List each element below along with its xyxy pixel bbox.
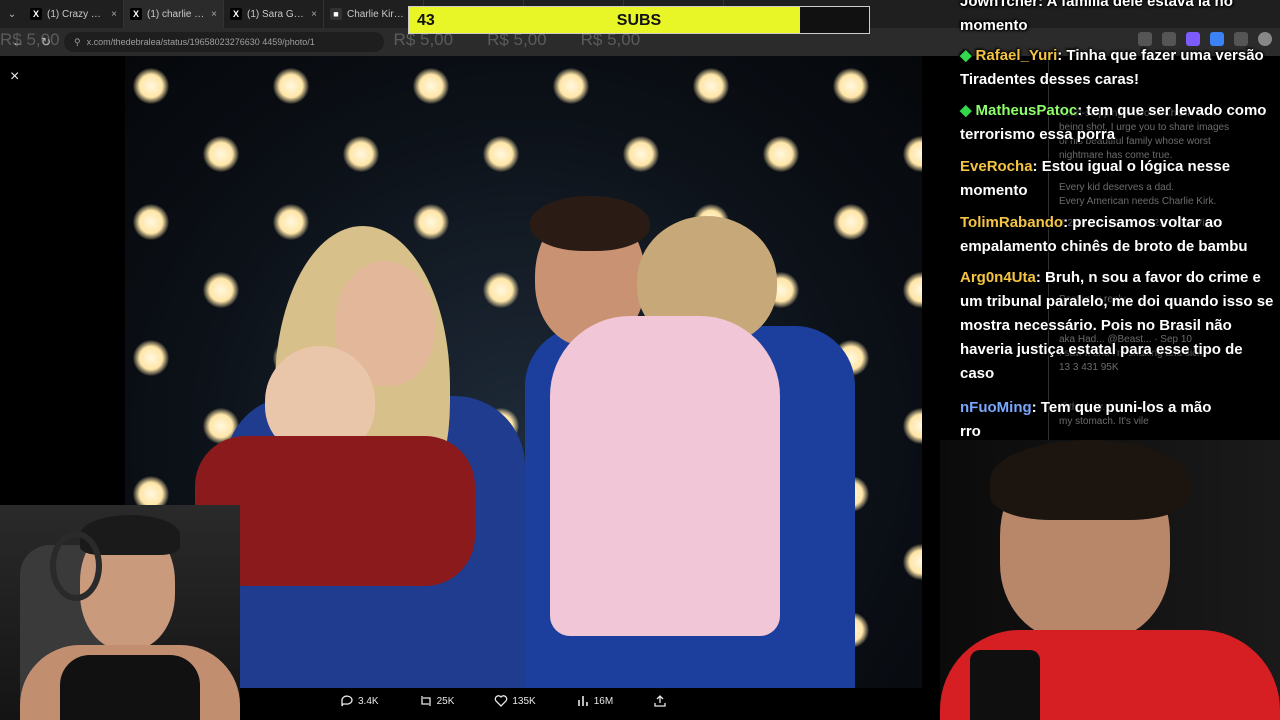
repost-icon	[420, 696, 431, 706]
stage-light	[133, 68, 169, 104]
tab-favicon-icon: X	[30, 8, 42, 20]
stage-light	[413, 68, 449, 104]
headphones-icon	[50, 531, 102, 601]
sub-badge-icon: ◆	[960, 47, 972, 64]
stage-light	[133, 340, 169, 376]
stage-light	[483, 272, 519, 308]
like-count: 135K	[512, 695, 536, 707]
sub-goal-bar: 43 SUBS	[408, 6, 870, 34]
microphone-shape	[970, 650, 1040, 720]
stage-light	[903, 544, 922, 580]
chat-message: EveRocha: Estou igual o lógica nesse mom…	[960, 155, 1280, 203]
chat-message: Arg0n4Uta: Bruh, n sou a favor do crime …	[960, 266, 1280, 386]
post-action-bar: 3.4K 25K 135K 16M	[340, 694, 667, 708]
stage-light	[203, 136, 239, 172]
chat-message: ◆ MatheusPatoc: tem que ser levado como t…	[960, 99, 1280, 147]
stage-light	[273, 68, 309, 104]
right-webcam	[940, 440, 1280, 720]
views-button[interactable]: 16M	[576, 694, 613, 708]
tab-close-icon[interactable]: ×	[311, 9, 317, 20]
left-webcam	[0, 505, 240, 720]
tab-favicon-icon: X	[130, 8, 142, 20]
chat-message: JownTcher: A família dele estava lá no m…	[960, 0, 1280, 38]
reply-button[interactable]: 3.4K	[340, 694, 379, 708]
tab-title: (1) charlie kirk	[147, 8, 207, 20]
stage-light	[763, 136, 799, 172]
chat-username[interactable]: JownTcher	[960, 0, 1038, 10]
like-icon	[495, 695, 508, 707]
chat-username[interactable]: Arg0n4Uta	[960, 269, 1036, 286]
tab-title: (1) Crazy Vibe	[47, 8, 107, 20]
tab-close-icon[interactable]: ×	[211, 9, 217, 20]
stage-light	[693, 68, 729, 104]
chat-username[interactable]: TolimRabando	[960, 214, 1063, 231]
chat-message: ◆ Rafael_Yuri: Tinha que fazer uma versão…	[960, 44, 1280, 92]
girl-dress-shape	[550, 316, 780, 636]
close-icon[interactable]: ×	[10, 68, 19, 86]
browser-tab[interactable]: X (1) charlie kirk ×	[124, 0, 224, 28]
browser-tab[interactable]: X (1) Sara Gzaqa ×	[224, 0, 324, 28]
repost-count: 25K	[436, 695, 455, 707]
stage-light	[833, 68, 869, 104]
stage-light	[903, 136, 922, 172]
stage-light	[413, 204, 449, 240]
sub-goal-label: SUBS	[616, 12, 662, 29]
like-button[interactable]: 135K	[494, 694, 536, 708]
browser-tab[interactable]: X (1) Crazy Vibe ×	[24, 0, 124, 28]
share-icon	[654, 695, 666, 707]
chat-username[interactable]: nFuoMing	[960, 399, 1032, 416]
views-count: 16M	[593, 695, 614, 707]
reply-count: 3.4K	[358, 695, 379, 707]
tab-search-icon[interactable]: ⌄	[0, 0, 24, 28]
chat-text: rro	[960, 423, 981, 440]
post-photo	[125, 56, 922, 688]
stage-light	[623, 136, 659, 172]
reply-icon	[341, 695, 353, 707]
chat-username[interactable]: MatheusPatoc	[976, 102, 1078, 119]
stage-light	[903, 272, 922, 308]
tab-title: Charlie Kirk Fil	[347, 8, 407, 20]
stream-chat-overlay: JownTcher: A família dele estava lá no m…	[960, 0, 1280, 450]
stage-light	[833, 204, 869, 240]
stage-light	[273, 204, 309, 240]
chat-username[interactable]: Rafael_Yuri	[976, 47, 1058, 64]
streamer-hair-shape	[990, 440, 1190, 520]
chat-message: TolimRabando: precisamos voltar ao empal…	[960, 211, 1280, 259]
tab-favicon-icon: ■	[330, 8, 342, 20]
stage-light	[553, 68, 589, 104]
tab-title: (1) Sara Gzaqa	[247, 8, 306, 20]
stage-light	[343, 136, 379, 172]
tank-top-shape	[60, 655, 200, 720]
price-label: R$ 5,00	[0, 30, 60, 49]
stage-light	[203, 272, 239, 308]
stage-light	[483, 136, 519, 172]
stage-light	[133, 204, 169, 240]
sub-badge-icon: ◆	[960, 102, 972, 119]
chat-username[interactable]: EveRocha	[960, 158, 1033, 175]
stage-light	[903, 408, 922, 444]
chat-message: nFuoMing: Tem que puni-los a mão	[960, 396, 1280, 420]
repost-button[interactable]: 25K	[419, 694, 455, 708]
share-button[interactable]	[653, 694, 667, 708]
tab-close-icon[interactable]: ×	[111, 9, 117, 20]
chat-text: : Tem que puni-los a mão	[1031, 399, 1212, 416]
man-hair-shape	[530, 196, 650, 251]
views-icon	[577, 696, 588, 706]
tab-favicon-icon: X	[230, 8, 242, 20]
